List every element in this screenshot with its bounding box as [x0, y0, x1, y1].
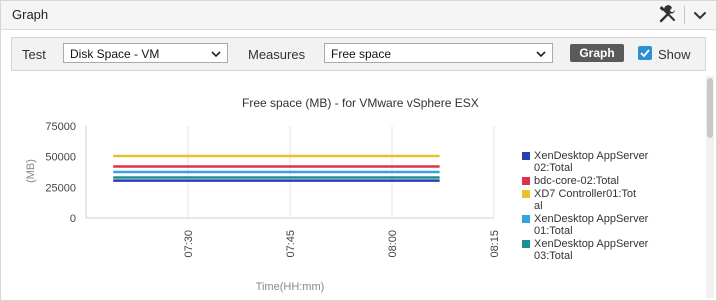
- legend-item: XenDesktop AppServer 02:Total: [522, 150, 662, 174]
- scrollbar-thumb[interactable]: [707, 78, 713, 138]
- legend-label: XD7 Controller01:Tot: [534, 188, 637, 200]
- legend-label: XenDesktop AppServer: [534, 213, 649, 225]
- measures-label: Measures: [248, 47, 306, 62]
- legend-label: al: [534, 200, 543, 212]
- header-separator: [684, 6, 685, 24]
- vertical-scrollbar[interactable]: [706, 76, 714, 298]
- legend-item: XD7 Controller01:Tot al: [522, 188, 662, 212]
- chevron-down-icon[interactable]: [689, 4, 711, 26]
- legend-swatch: [522, 177, 530, 185]
- measures-select[interactable]: Free space: [324, 43, 553, 63]
- panel-header: Graph: [1, 1, 716, 30]
- chart-legend: XenDesktop AppServer 02:Total bdc-core-02:…: [522, 150, 662, 263]
- chevron-down-icon: [211, 51, 221, 58]
- show-checkbox[interactable]: [638, 46, 652, 60]
- show-label: Show: [658, 47, 691, 62]
- test-select[interactable]: Disk Space - VM: [63, 43, 228, 63]
- legend-item: XenDesktop AppServer 03:Total: [522, 238, 662, 262]
- legend-swatch: [522, 215, 530, 223]
- legend-label: XenDesktop AppServer: [534, 238, 649, 250]
- test-label: Test: [22, 47, 46, 62]
- legend-item: XenDesktop AppServer 01:Total: [522, 213, 662, 237]
- check-icon: [640, 49, 650, 58]
- settings-tools-icon[interactable]: [657, 4, 679, 26]
- legend-label: 03:Total: [534, 250, 573, 262]
- test-select-value: Disk Space - VM: [70, 47, 160, 61]
- legend-swatch: [522, 190, 530, 198]
- legend-swatch: [522, 152, 530, 160]
- legend-label: 01:Total: [534, 225, 573, 237]
- chart-title: Free space (MB) - for VMware vSphere ESX: [242, 96, 479, 110]
- graph-button[interactable]: Graph: [570, 44, 624, 62]
- measures-select-value: Free space: [331, 47, 392, 61]
- legend-label: 02:Total: [534, 162, 573, 174]
- legend-item: bdc-core-02:Total: [522, 175, 662, 187]
- chevron-down-icon: [536, 51, 546, 58]
- graph-toolbar: Test Disk Space - VM Measures Free space…: [11, 37, 706, 71]
- legend-label: XenDesktop AppServer: [534, 150, 649, 162]
- legend-label: bdc-core-02:Total: [534, 175, 619, 187]
- legend-swatch: [522, 240, 530, 248]
- panel-title: Graph: [12, 7, 49, 22]
